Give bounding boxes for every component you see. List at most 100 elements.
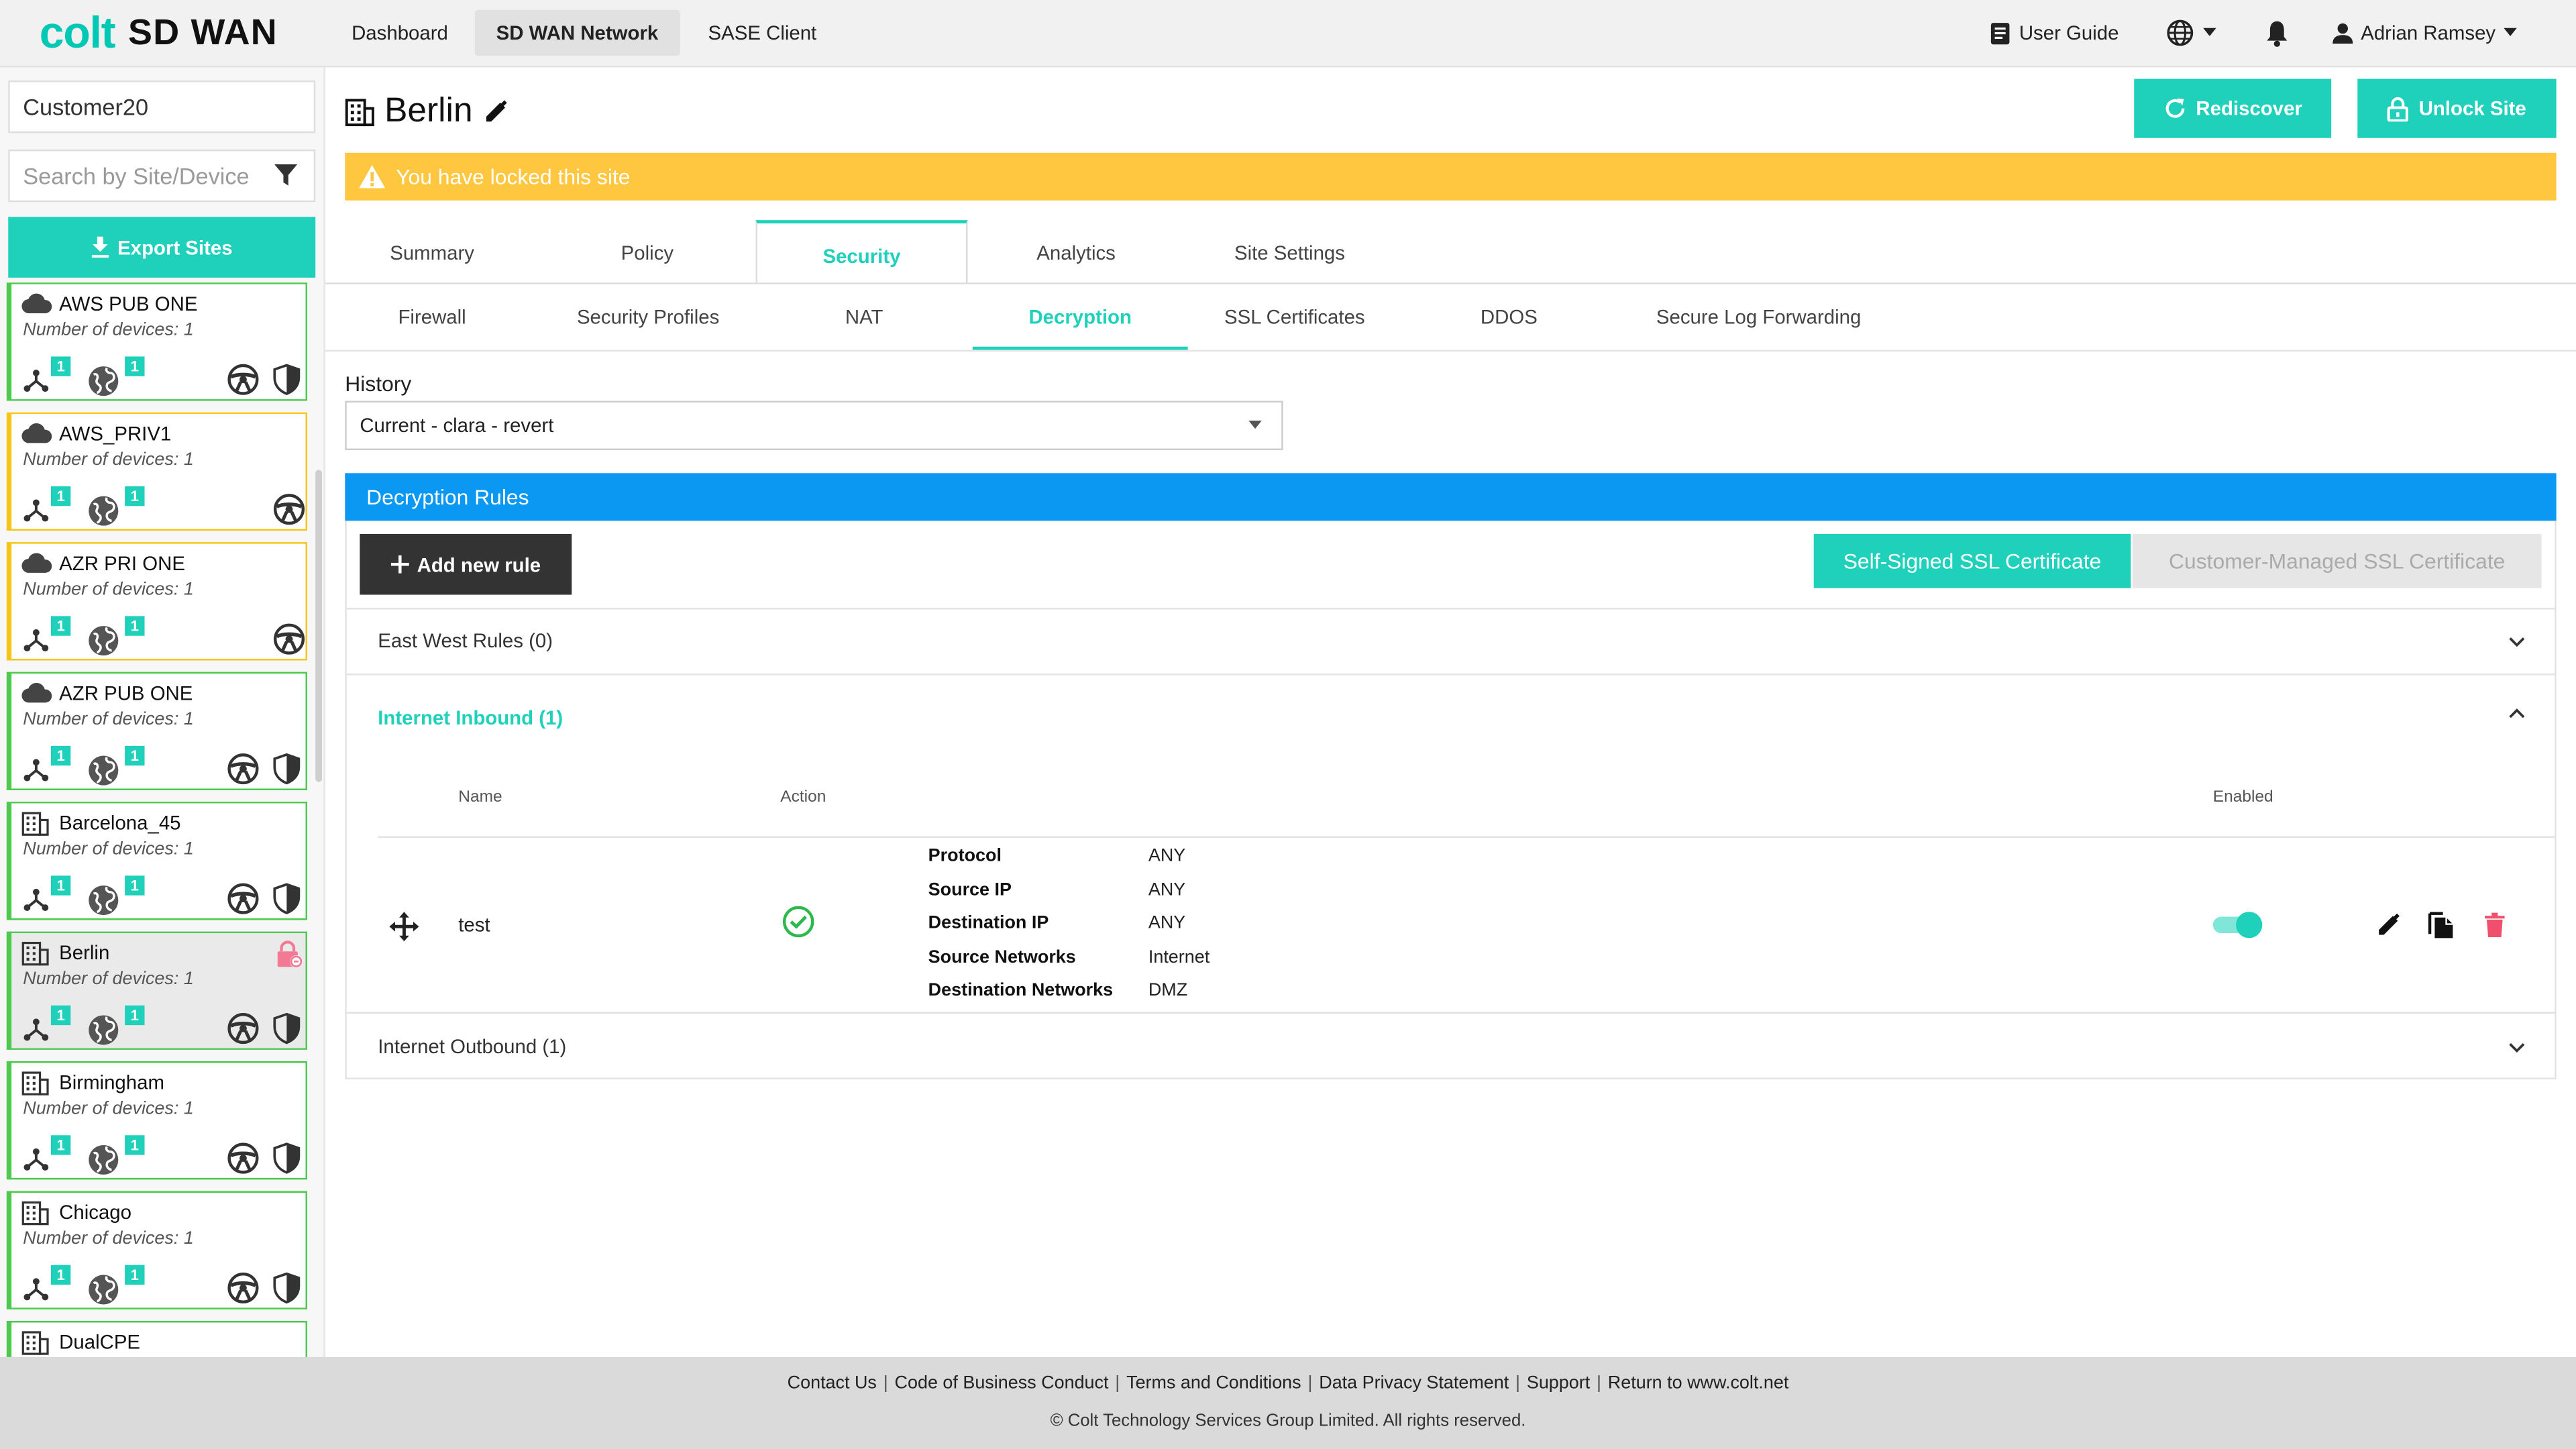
- subtab-nat[interactable]: NAT: [757, 286, 971, 348]
- topology-icon[interactable]: [23, 1145, 49, 1179]
- condition-key: Destination Networks: [928, 981, 1114, 1001]
- site-card[interactable]: AWS PUB ONE Number of devices: 1 1 1: [6, 282, 307, 401]
- globe-icon[interactable]: [87, 1273, 120, 1314]
- site-device-count: Number of devices: 1: [23, 1228, 194, 1249]
- unlock-site-button[interactable]: Unlock Site: [2357, 78, 2557, 138]
- sidebar-scrollbar[interactable]: [315, 470, 323, 782]
- customer-managed-certificate-toggle[interactable]: Customer-Managed SSL Certificate: [2132, 533, 2542, 588]
- topology-icon[interactable]: [23, 756, 49, 790]
- copy-icon[interactable]: [2428, 908, 2455, 940]
- add-new-rule-button[interactable]: Add new rule: [360, 533, 572, 595]
- nav-dashboard[interactable]: Dashboard: [330, 10, 469, 56]
- internet-count-badge: 1: [125, 1135, 145, 1155]
- site-card[interactable]: Chicago Number of devices: 1 1 1: [6, 1191, 307, 1309]
- delete-trash-icon[interactable]: [2484, 912, 2506, 938]
- tab-analytics[interactable]: Analytics: [969, 220, 1183, 282]
- steering-wheel-icon[interactable]: [227, 753, 260, 794]
- steering-wheel-icon[interactable]: [227, 1272, 260, 1313]
- globe-icon[interactable]: [87, 754, 120, 795]
- footer-link-privacy[interactable]: Data Privacy Statement: [1319, 1373, 1509, 1393]
- edit-pencil-icon[interactable]: [2375, 912, 2402, 938]
- site-card[interactable]: AZR PRI ONE Number of devices: 1 1 1: [6, 542, 307, 663]
- shield-icon[interactable]: [273, 1272, 301, 1313]
- globe-icon[interactable]: [87, 1144, 120, 1185]
- footer-link-terms[interactable]: Terms and Conditions: [1126, 1373, 1301, 1393]
- rediscover-button[interactable]: Rediscover: [2134, 78, 2332, 138]
- footer-link-colt[interactable]: Return to www.colt.net: [1608, 1373, 1789, 1393]
- subtab-security-profiles[interactable]: Security Profiles: [541, 286, 756, 348]
- history-select[interactable]: Current - clara - revert: [345, 400, 1283, 451]
- globe-icon[interactable]: [87, 1014, 120, 1055]
- tab-site-settings[interactable]: Site Settings: [1183, 220, 1396, 282]
- book-icon: [1990, 21, 2010, 44]
- footer-separator: |: [1307, 1373, 1313, 1393]
- chevron-down-icon[interactable]: [2509, 1042, 2525, 1055]
- customer-field[interactable]: Customer20: [8, 80, 316, 133]
- globe-icon[interactable]: [87, 884, 120, 925]
- subtab-firewall[interactable]: Firewall: [325, 286, 539, 348]
- footer-link-contact[interactable]: Contact Us: [788, 1373, 877, 1393]
- subtab-ddos[interactable]: DDOS: [1401, 286, 1617, 348]
- subtab-decryption[interactable]: Decryption: [972, 286, 1188, 350]
- chevron-down-icon[interactable]: [2509, 636, 2525, 649]
- shield-icon[interactable]: [273, 753, 301, 794]
- globe-icon[interactable]: [87, 625, 120, 665]
- site-card[interactable]: Barcelona_45 Number of devices: 1 1 1: [6, 802, 307, 923]
- site-search-input[interactable]: Search by Site/Device: [8, 149, 316, 203]
- site-card[interactable]: Birmingham Number of devices: 1 1 1: [6, 1061, 307, 1180]
- topology-icon[interactable]: [23, 366, 49, 400]
- steering-wheel-icon[interactable]: [227, 882, 260, 923]
- tab-policy[interactable]: Policy: [541, 220, 754, 282]
- language-selector[interactable]: [2165, 13, 2218, 53]
- steering-wheel-icon[interactable]: [227, 363, 260, 404]
- section-internet-outbound[interactable]: Internet Outbound (1): [378, 1035, 566, 1058]
- steering-wheel-icon[interactable]: [273, 493, 306, 534]
- globe-icon[interactable]: [87, 365, 120, 406]
- rule-enabled-toggle[interactable]: [2212, 912, 2263, 938]
- steering-wheel-icon[interactable]: [227, 1012, 260, 1053]
- section-east-west-rules[interactable]: East West Rules (0): [378, 629, 553, 652]
- shield-icon[interactable]: [273, 363, 301, 404]
- site-device-count: Number of devices: 1: [23, 580, 194, 600]
- site-card[interactable]: Berlin Number of devices: 1 1 1: [6, 931, 307, 1053]
- site-locked-icon: [276, 940, 304, 977]
- chevron-up-icon[interactable]: [2509, 706, 2525, 720]
- tab-security[interactable]: Security: [755, 220, 968, 284]
- globe-icon[interactable]: [87, 494, 120, 535]
- shield-icon[interactable]: [273, 882, 301, 923]
- shield-icon[interactable]: [273, 1012, 301, 1053]
- user-guide-link[interactable]: User Guide: [1988, 13, 2118, 53]
- nav-sase-client[interactable]: SASE Client: [687, 10, 838, 56]
- topology-icon[interactable]: [23, 496, 49, 531]
- notifications-button[interactable]: [2264, 13, 2290, 53]
- footer-link-conduct[interactable]: Code of Business Conduct: [895, 1373, 1109, 1393]
- site-device-count: Number of devices: 1: [23, 1099, 194, 1119]
- site-card[interactable]: DualCPE: [6, 1320, 307, 1359]
- self-signed-certificate-toggle[interactable]: Self-Signed SSL Certificate: [1813, 533, 2131, 588]
- history-label: History: [345, 371, 412, 396]
- edit-pencil-icon[interactable]: [482, 99, 508, 125]
- user-menu[interactable]: Adrian Ramsey: [2331, 13, 2518, 53]
- filter-icon[interactable]: [274, 164, 298, 187]
- steering-wheel-icon[interactable]: [227, 1142, 260, 1183]
- subtab-ssl-certificates[interactable]: SSL Certificates: [1188, 286, 1401, 348]
- section-internet-inbound[interactable]: Internet Inbound (1): [378, 706, 563, 729]
- topology-icon[interactable]: [23, 1275, 49, 1309]
- device-count-badge: 1: [50, 616, 71, 636]
- subtab-secure-log-forwarding[interactable]: Secure Log Forwarding: [1618, 286, 1899, 348]
- site-card[interactable]: AWS_PRIV1 Number of devices: 1 1 1: [6, 412, 307, 534]
- export-sites-button[interactable]: Export Sites: [8, 217, 316, 278]
- footer-link-support[interactable]: Support: [1527, 1373, 1590, 1393]
- nav-sdwan-network[interactable]: SD WAN Network: [474, 9, 680, 56]
- column-header-name: Name: [458, 788, 502, 807]
- steering-wheel-icon[interactable]: [273, 623, 306, 663]
- topology-icon[interactable]: [23, 1015, 49, 1049]
- tab-summary[interactable]: Summary: [325, 220, 539, 282]
- drag-move-icon[interactable]: [389, 912, 419, 942]
- colt-sdwan-logo[interactable]: colt SD WAN: [40, 7, 278, 56]
- shield-icon[interactable]: [273, 1142, 301, 1183]
- topology-icon[interactable]: [23, 885, 49, 920]
- site-card[interactable]: AZR PUB ONE Number of devices: 1 1 1: [6, 672, 307, 790]
- topology-icon[interactable]: [23, 626, 49, 660]
- footer-separator: |: [1115, 1373, 1120, 1393]
